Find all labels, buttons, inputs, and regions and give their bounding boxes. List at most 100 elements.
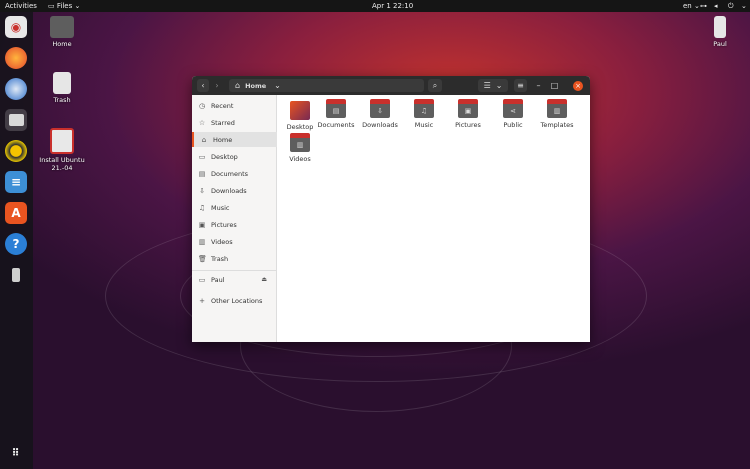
trash-icon: 🗑	[198, 254, 207, 263]
sidebar-item-other-locations[interactable]: + Other Locations	[192, 293, 276, 308]
file-item-label: Videos	[289, 155, 311, 163]
list-view-icon: ☰	[483, 81, 491, 90]
desktop-trash-icon[interactable]: Trash	[34, 72, 90, 104]
file-item-pictures[interactable]: ▣ Pictures	[448, 99, 488, 129]
activities-button[interactable]: Activities	[5, 1, 37, 11]
documents-folder-icon: ▤	[326, 99, 346, 118]
document-glyph: ▤	[332, 107, 340, 115]
sidebar-item-videos[interactable]: ▥ Videos	[192, 234, 276, 249]
picture-glyph: ▣	[464, 107, 472, 115]
menu-button[interactable]: ≡	[514, 79, 527, 92]
clock[interactable]: Apr 1 22:10	[372, 1, 413, 11]
path-bar[interactable]: ⌂ Home ⌄	[229, 79, 424, 92]
sidebar-item-music[interactable]: ♫ Music	[192, 200, 276, 215]
sidebar-item-label: Pictures	[211, 220, 237, 229]
file-item-label: Downloads	[362, 121, 398, 129]
volume-icon[interactable]: ◂	[714, 1, 718, 11]
files-window: ‹ › ⌂ Home ⌄ ⌕ ☰ ⌄ ≡ – □ × ◷ Recent ☆ Star…	[192, 76, 590, 342]
desktop-user-drive-icon[interactable]: Paul	[692, 16, 748, 48]
file-item-videos[interactable]: ▥ Videos	[280, 133, 320, 163]
input-source-label: en	[683, 2, 692, 10]
dock-installer-icon[interactable]: ◉	[5, 16, 27, 38]
chevron-right-icon: ›	[215, 81, 219, 90]
desktop-home-label: Home	[52, 40, 72, 48]
installer-icon	[50, 128, 74, 154]
picture-icon: ▣	[198, 220, 206, 229]
network-icon[interactable]: ⊶	[700, 1, 707, 11]
download-icon: ⇩	[199, 186, 205, 195]
chevron-down-icon: ⌄	[274, 81, 281, 90]
sidebar: ◷ Recent ☆ Starred ⌂ Home ▭ Desktop ▤ Documen…	[192, 95, 278, 342]
desktop-installer-icon[interactable]: Install Ubuntu 21.-04	[31, 128, 93, 172]
plus-icon: +	[199, 296, 205, 305]
app-menu-files[interactable]: ▭ Files ⌄	[48, 1, 80, 11]
templates-folder-icon: ▥	[547, 99, 567, 118]
file-item-label: Pictures	[455, 121, 481, 129]
file-grid: Desktop ▤ Documents ⇩ Downloads ♫ Music …	[277, 95, 590, 342]
sidebar-item-label: Recent	[211, 101, 234, 110]
rhythmbox-icon[interactable]	[5, 140, 27, 162]
music-folder-icon: ♫	[414, 99, 434, 118]
input-source-indicator[interactable]: en ⌄	[683, 1, 700, 11]
forward-button[interactable]: ›	[211, 79, 223, 92]
sidebar-item-label: Home	[213, 135, 233, 144]
sidebar-item-downloads[interactable]: ⇩ Downloads	[192, 183, 276, 198]
file-item-desktop[interactable]: Desktop	[280, 101, 320, 131]
sidebar-item-recent[interactable]: ◷ Recent	[192, 98, 276, 113]
sidebar-item-starred[interactable]: ☆ Starred	[192, 115, 276, 130]
files-app-icon[interactable]	[5, 109, 27, 131]
hamburger-menu-icon: ≡	[517, 81, 524, 90]
path-label: Home	[245, 81, 267, 90]
software-center-icon[interactable]: A	[5, 202, 27, 224]
share-glyph: ⋖	[510, 107, 516, 115]
sidebar-item-label: Paul	[211, 275, 225, 284]
file-item-documents[interactable]: ▤ Documents	[316, 99, 356, 129]
desktop-home-icon[interactable]: Home	[34, 16, 90, 48]
thunderbird-icon[interactable]	[5, 78, 27, 100]
sidebar-item-trash[interactable]: 🗑 Trash	[192, 251, 276, 266]
usb-drive-icon[interactable]	[5, 264, 27, 286]
sidebar-item-paul[interactable]: ▭ Paul ⏏	[192, 272, 276, 287]
files-icon: ▭	[48, 2, 55, 10]
file-item-label: Music	[414, 121, 434, 129]
file-item-templates[interactable]: ▥ Templates	[537, 99, 577, 129]
sidebar-item-documents[interactable]: ▤ Documents	[192, 166, 276, 181]
desktop-installer-label: Install Ubuntu 21.-04	[39, 156, 85, 172]
file-item-label: Public	[503, 121, 523, 129]
sidebar-item-home[interactable]: ⌂ Home	[192, 132, 278, 147]
close-button[interactable]: ×	[573, 81, 583, 91]
desktop-user-drive-label: Paul	[713, 40, 727, 48]
sidebar-item-label: Desktop	[211, 152, 238, 161]
file-item-downloads[interactable]: ⇩ Downloads	[360, 99, 400, 129]
back-button[interactable]: ‹	[197, 79, 209, 92]
help-icon[interactable]: ?	[5, 233, 27, 255]
eject-icon[interactable]: ⏏	[261, 276, 267, 283]
sidebar-item-desktop[interactable]: ▭ Desktop	[192, 149, 276, 164]
video-glyph: ▥	[296, 141, 304, 149]
writer-icon[interactable]: ≡	[5, 171, 27, 193]
power-icon[interactable]: ⏻	[728, 1, 734, 11]
maximize-button[interactable]: □	[549, 79, 560, 92]
top-bar: Activities ▭ Files ⌄ Apr 1 22:10 en ⌄ ⊶ …	[0, 0, 750, 12]
sidebar-item-label: Videos	[211, 237, 233, 246]
minimize-button[interactable]: –	[533, 79, 544, 92]
app-menu-label: Files	[56, 2, 73, 10]
sidebar-item-label: Starred	[211, 118, 235, 127]
sidebar-item-pictures[interactable]: ▣ Pictures	[192, 217, 276, 232]
desktop-icon: ▭	[198, 152, 206, 161]
minimize-icon: –	[536, 81, 541, 90]
firefox-icon[interactable]	[5, 47, 27, 69]
maximize-icon: □	[550, 81, 559, 90]
file-item-label: Templates	[540, 121, 574, 129]
desktop-folder-icon	[290, 101, 310, 120]
sidebar-item-label: Other Locations	[211, 296, 263, 305]
show-applications-icon[interactable]: ⠿	[5, 442, 27, 464]
videos-folder-icon: ▥	[290, 133, 310, 152]
sidebar-item-label: Downloads	[211, 186, 247, 195]
file-item-music[interactable]: ♫ Music	[404, 99, 444, 129]
view-toggle-button[interactable]: ☰ ⌄	[478, 79, 508, 92]
dock: ◉ ≡ A ? ⠿	[0, 12, 33, 469]
chevron-down-icon[interactable]: ⌄	[741, 1, 747, 11]
file-item-public[interactable]: ⋖ Public	[493, 99, 533, 129]
search-button[interactable]: ⌕	[428, 79, 442, 92]
